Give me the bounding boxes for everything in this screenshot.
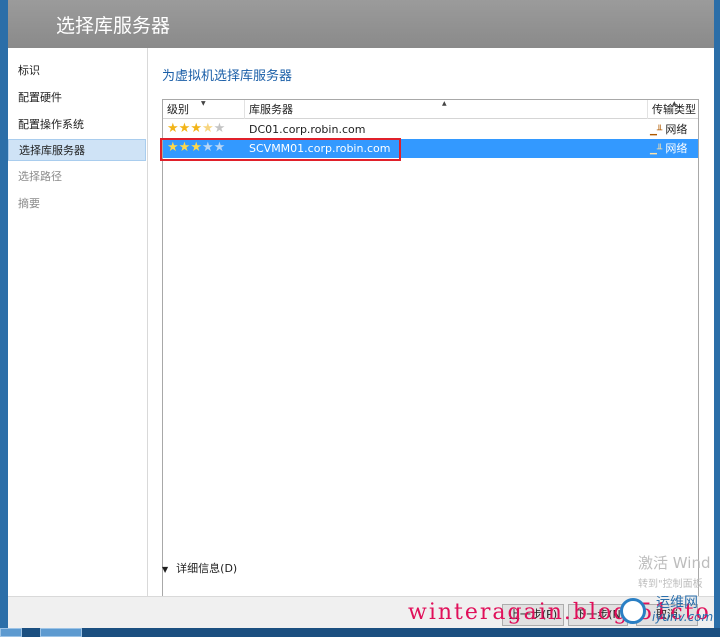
activate-windows-watermark: 激活 Wind [638, 554, 711, 572]
server-manager-taskbar-icon[interactable] [0, 628, 22, 637]
rating-stars: ★★★★★ [167, 120, 225, 139]
list-header: 级别 ▼ 库服务器 ▲ 传输类型 ▲ [163, 100, 698, 119]
details-expander[interactable]: ▼ 详细信息(D) [162, 560, 237, 576]
column-header-server[interactable]: 库服务器 ▲ [245, 100, 648, 119]
transport-label: 网络 [665, 142, 688, 155]
site-watermark-logo: 运维网 iyunv.com [616, 590, 720, 630]
step-select-path: 选择路径 [18, 170, 62, 183]
step-select-library-server[interactable]: 选择库服务器 [8, 139, 146, 161]
column-rating-label: 级别 [167, 103, 189, 116]
page-heading: 为虚拟机选择库服务器 [162, 69, 293, 84]
console-taskbar-icon[interactable] [40, 628, 82, 637]
star-icon: ★ [178, 121, 191, 136]
main-panel: 为虚拟机选择库服务器 级别 ▼ 库服务器 ▲ 传输类型 ▲ ★★★★★ DC01… [149, 48, 714, 599]
wizard-header: 选择库服务器 [8, 0, 714, 48]
chevron-down-icon: ▼ [162, 565, 169, 574]
column-server-label: 库服务器 [249, 103, 293, 116]
wizard-title: 选择库服务器 [56, 15, 171, 37]
transport-label: 网络 [665, 123, 688, 136]
step-configure-os[interactable]: 配置操作系统 [8, 114, 146, 136]
sort-asc-icon: ▲ [672, 100, 677, 107]
transport-type: ▁╨ 网络 [650, 120, 687, 139]
details-label: 详细信息(D) [176, 562, 238, 575]
annotation-highlight-box [160, 138, 401, 161]
star-icon: ★ [167, 121, 179, 136]
site-logo-icon [620, 598, 646, 624]
activate-windows-hint: 转到"控制面板 [638, 579, 703, 590]
column-header-rating[interactable]: 级别 ▼ [163, 100, 245, 119]
table-row[interactable]: ★★★★★ DC01.corp.robin.com ▁╨ 网络 [163, 120, 698, 139]
wizard-steps-sidebar: 标识 配置硬件 配置操作系统 选择库服务器 选择路径 摘要 [8, 48, 148, 596]
step-identity[interactable]: 标识 [8, 60, 146, 82]
sort-asc-icon: ▲ [442, 100, 447, 107]
taskbar [0, 628, 720, 637]
step-configure-hardware[interactable]: 配置硬件 [8, 87, 146, 109]
window-right-edge [714, 0, 720, 637]
network-icon: ▁╨ [650, 145, 663, 155]
step-summary: 摘要 [18, 197, 40, 210]
sort-desc-icon: ▼ [201, 100, 206, 107]
transport-type: ▁╨ 网络 [650, 139, 687, 158]
star-icon: ★ [190, 121, 202, 136]
site-watermark-en: iyunv.com [652, 610, 714, 624]
window-left-edge [0, 0, 8, 637]
server-name: DC01.corp.robin.com [249, 123, 366, 136]
star-half-icon: ★ [201, 121, 214, 136]
star-empty-icon: ★ [213, 121, 226, 136]
site-watermark-cn: 运维网 [656, 595, 698, 611]
column-header-transport[interactable]: 传输类型 ▲ [648, 100, 698, 119]
library-server-list[interactable]: 级别 ▼ 库服务器 ▲ 传输类型 ▲ ★★★★★ DC01.corp.robin… [162, 99, 699, 599]
